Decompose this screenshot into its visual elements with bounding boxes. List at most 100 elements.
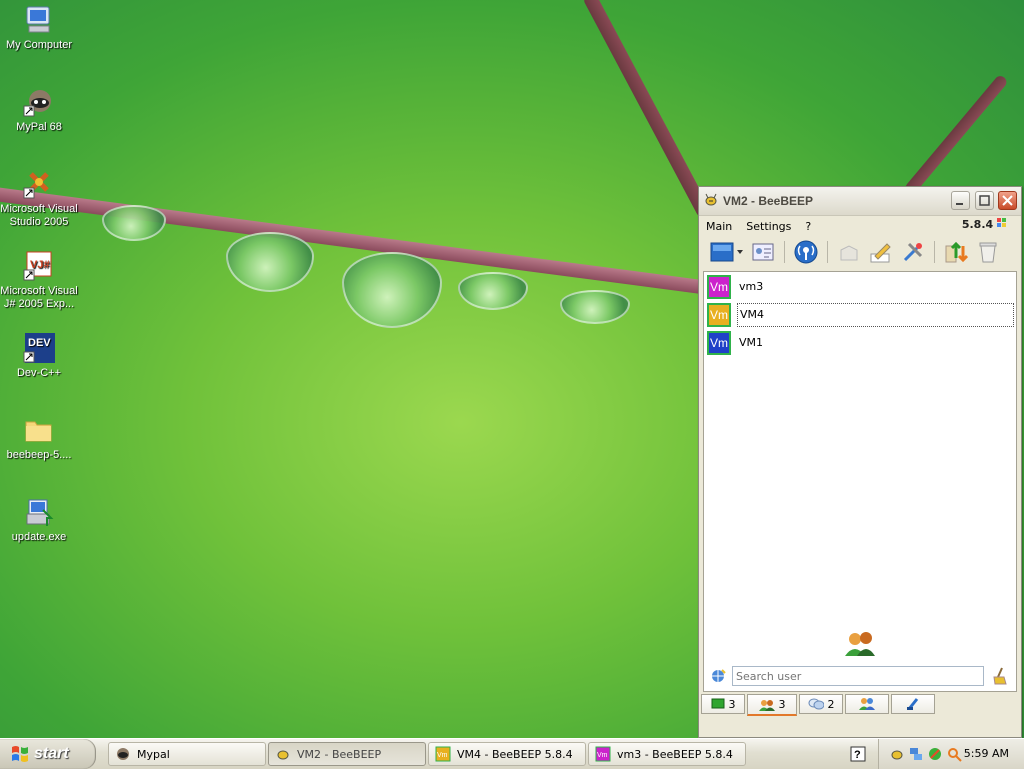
- visual-studio-icon: [23, 168, 55, 200]
- desktop-icon-label: Microsoft Visual J# 2005 Exp...: [0, 285, 78, 310]
- desktop-icon-visual-jsharp[interactable]: VJ# Microsoft Visual J# 2005 Exp...: [0, 250, 78, 311]
- beebeep-app-icon: [703, 192, 719, 211]
- taskbar-item-mypal[interactable]: Mypal: [108, 742, 266, 766]
- task-label: VM4 - BeeBEEP 5.8.4: [457, 747, 573, 761]
- status-icon: [710, 242, 743, 262]
- groups-icon: [859, 698, 875, 710]
- svg-text:?: ?: [854, 749, 861, 761]
- tab-messages[interactable]: 2: [799, 694, 843, 714]
- svg-text:DEV: DEV: [28, 337, 51, 349]
- search-bar: [703, 661, 1017, 692]
- tab-count: 3: [778, 698, 786, 711]
- menu-settings[interactable]: Settings: [739, 220, 798, 233]
- tab-chats[interactable]: 3: [701, 694, 745, 714]
- network-button[interactable]: [792, 238, 820, 266]
- version-text: 5.8.4: [961, 218, 994, 231]
- raccoon-icon: [117, 748, 129, 760]
- bottom-tab-bar: 3 3 2: [701, 694, 937, 716]
- update-button[interactable]: [942, 238, 970, 266]
- tab-files[interactable]: [891, 694, 935, 714]
- taskbar-item-vm3[interactable]: Vm vm3 - BeeBEEP 5.8.4: [588, 742, 746, 766]
- installer-icon: [23, 496, 55, 528]
- folder-icon: [23, 414, 55, 446]
- user-name: VM1: [739, 336, 764, 349]
- vcard-icon: [752, 243, 774, 261]
- taskbar: start Mypal VM2 - BeeBEEP Vm VM4 - BeeBE…: [0, 738, 1024, 769]
- list-item[interactable]: Vm VM1: [707, 330, 1014, 356]
- beebeep-tray-icon[interactable]: [889, 746, 905, 762]
- task-label: Mypal: [137, 747, 170, 761]
- profile-button[interactable]: [749, 238, 777, 266]
- toolbar-separator: [827, 241, 828, 263]
- desktop-icon-label: beebeep-5....: [6, 449, 72, 461]
- main-toolbar: [699, 236, 1021, 268]
- antenna-icon: [794, 240, 818, 264]
- close-button[interactable]: [998, 191, 1017, 210]
- tab-count: 2: [827, 697, 835, 711]
- task-label: VM2 - BeeBEEP: [297, 747, 382, 761]
- avatar: Vm: [707, 331, 731, 355]
- system-tray: 5:59 AM: [878, 739, 1024, 769]
- user-name: VM4: [737, 303, 1014, 327]
- search-input[interactable]: [732, 666, 984, 686]
- desktop-icon-label: Microsoft Visual Studio 2005: [0, 203, 78, 228]
- window-titlebar[interactable]: VM2 - BeeBEEP: [699, 187, 1021, 216]
- start-button[interactable]: start: [0, 739, 96, 769]
- chat-icon: [711, 698, 724, 709]
- tab-users[interactable]: 3: [747, 694, 797, 716]
- desktop-icon-update-exe[interactable]: update.exe: [0, 496, 78, 544]
- status-select-button[interactable]: [707, 238, 745, 266]
- users-icon: [758, 699, 775, 711]
- menu-main[interactable]: Main: [699, 220, 739, 233]
- desktop-icon-label: Dev-C++: [16, 367, 62, 379]
- menu-help[interactable]: ?: [798, 220, 818, 233]
- clear-button[interactable]: [974, 238, 1002, 266]
- send-file-button[interactable]: [835, 238, 863, 266]
- computer-icon: [23, 4, 55, 36]
- desktop-icon-beebeep-folder[interactable]: beebeep-5....: [0, 414, 78, 462]
- taskbar-item-vm4[interactable]: Vm VM4 - BeeBEEP 5.8.4: [428, 742, 586, 766]
- desktop-icon-mypal[interactable]: MyPal 68: [0, 86, 78, 134]
- list-item[interactable]: Vm VM4: [707, 302, 1014, 328]
- user-name: vm3: [739, 280, 764, 293]
- network-tray-icon[interactable]: [908, 746, 924, 762]
- windows-logo-icon: [12, 746, 28, 762]
- vm-avatar-icon: Vm: [435, 746, 451, 762]
- network-search-icon[interactable]: [710, 668, 726, 687]
- start-label: start: [34, 745, 69, 762]
- maximize-button[interactable]: [975, 191, 994, 210]
- list-item[interactable]: Vm vm3: [707, 274, 1014, 300]
- desktop-icon-label: update.exe: [11, 531, 67, 543]
- edit-button[interactable]: [867, 238, 895, 266]
- tools-button[interactable]: [899, 238, 927, 266]
- windows-flag-icon: [997, 218, 1006, 227]
- tools-icon: [903, 242, 923, 262]
- beebeep-window: VM2 - BeeBEEP Main Settings ? 5.8.4 Vm v…: [698, 186, 1022, 738]
- visual-jsharp-icon: VJ#: [23, 250, 55, 282]
- security-tray-icon[interactable]: [927, 746, 943, 762]
- box-icon: [840, 245, 858, 261]
- broom-clear-icon[interactable]: [992, 667, 1008, 688]
- desktop-icon-visual-studio[interactable]: Microsoft Visual Studio 2005: [0, 168, 78, 229]
- tab-count: 3: [728, 697, 736, 711]
- close-icon: [1002, 195, 1013, 206]
- desktop-icon-label: My Computer: [5, 39, 73, 51]
- search-tray-icon[interactable]: [946, 746, 962, 762]
- files-icon: [907, 698, 919, 710]
- minimize-button[interactable]: [951, 191, 970, 210]
- desktop-icon-my-computer[interactable]: My Computer: [0, 4, 78, 52]
- svg-text:Vm: Vm: [597, 752, 608, 759]
- raccoon-icon: [23, 86, 55, 118]
- toolbar-separator: [784, 241, 785, 263]
- taskbar-item-vm2[interactable]: VM2 - BeeBEEP: [268, 742, 426, 766]
- desktop-icon-dev-cpp[interactable]: DEV Dev-C++: [0, 332, 78, 380]
- pencil-icon: [870, 243, 891, 263]
- tab-groups[interactable]: [845, 694, 889, 714]
- task-label: vm3 - BeeBEEP 5.8.4: [617, 747, 733, 761]
- trash-icon: [979, 242, 997, 263]
- users-watermark-icon: [844, 630, 876, 661]
- clock: 5:59 AM: [963, 747, 1009, 760]
- messages-icon: [808, 698, 824, 710]
- help-icon[interactable]: ?: [850, 746, 866, 765]
- desktop-icon-label: MyPal 68: [16, 121, 62, 133]
